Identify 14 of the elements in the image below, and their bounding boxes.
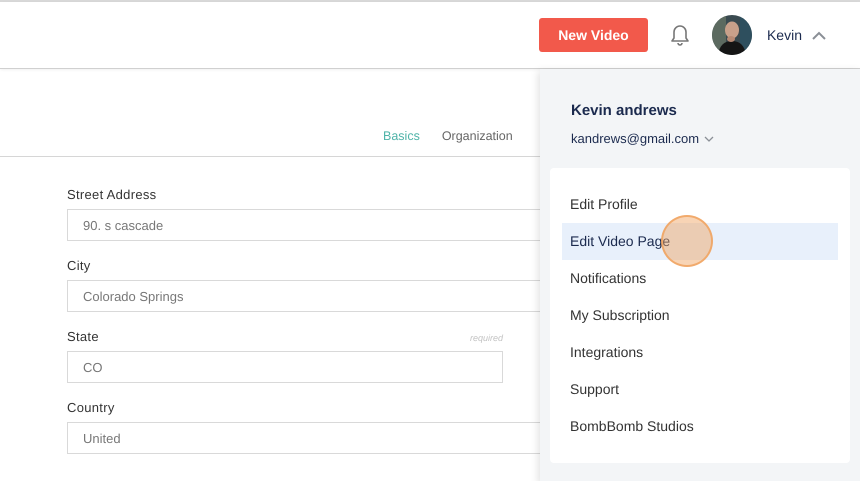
field-label: Street Address (67, 187, 156, 202)
user-name[interactable]: Kevin (766, 27, 802, 43)
caret-icon[interactable] (812, 30, 826, 40)
user-full-name: Kevin andrews (571, 102, 678, 119)
chevron-down-icon[interactable] (704, 136, 714, 142)
menu-item[interactable]: Integrations (562, 334, 838, 371)
field-label: Country (67, 400, 115, 415)
required-note: required (470, 333, 503, 343)
menu-item[interactable]: Support (562, 371, 838, 408)
tab[interactable]: Organization (442, 129, 513, 143)
field-label: City (67, 258, 91, 273)
field-label: State (67, 329, 99, 344)
input-field[interactable]: CO (67, 351, 503, 383)
user-email[interactable]: kandrews@gmail.com (571, 131, 700, 146)
